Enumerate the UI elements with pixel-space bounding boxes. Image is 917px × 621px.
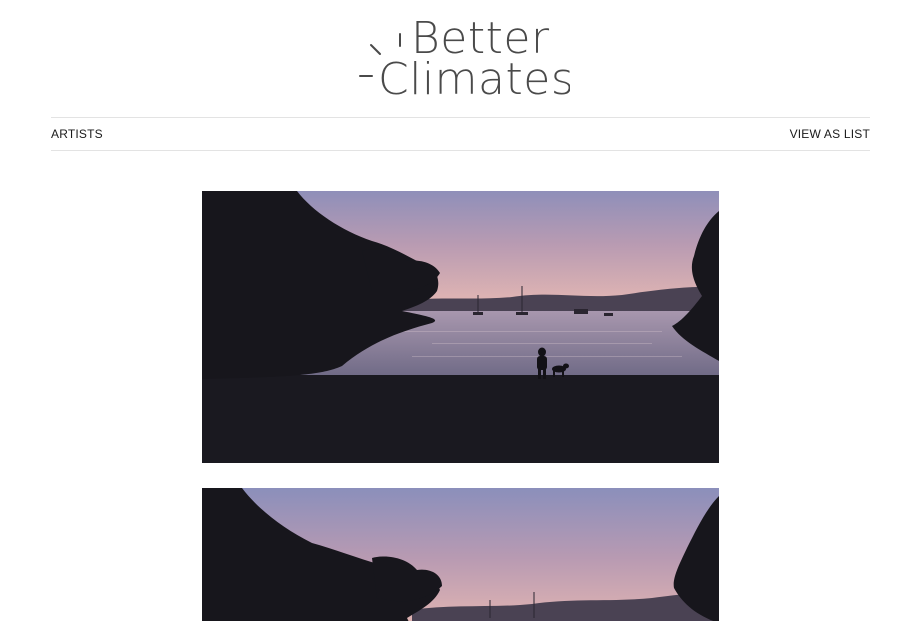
- logo-line-climates: Climates: [378, 54, 570, 104]
- gallery-photo[interactable]: [202, 488, 719, 621]
- site-logo[interactable]: Better Climates: [350, 8, 570, 104]
- gallery-photo[interactable]: [202, 191, 719, 463]
- photo-image: [202, 191, 719, 463]
- artists-link[interactable]: ARTISTS: [51, 127, 103, 141]
- view-as-list-link[interactable]: VIEW AS LIST: [790, 127, 870, 141]
- page: Better Climates ARTISTS VIEW AS LIST: [0, 0, 917, 621]
- top-nav: ARTISTS VIEW AS LIST: [51, 117, 870, 151]
- photo-image: [202, 488, 719, 621]
